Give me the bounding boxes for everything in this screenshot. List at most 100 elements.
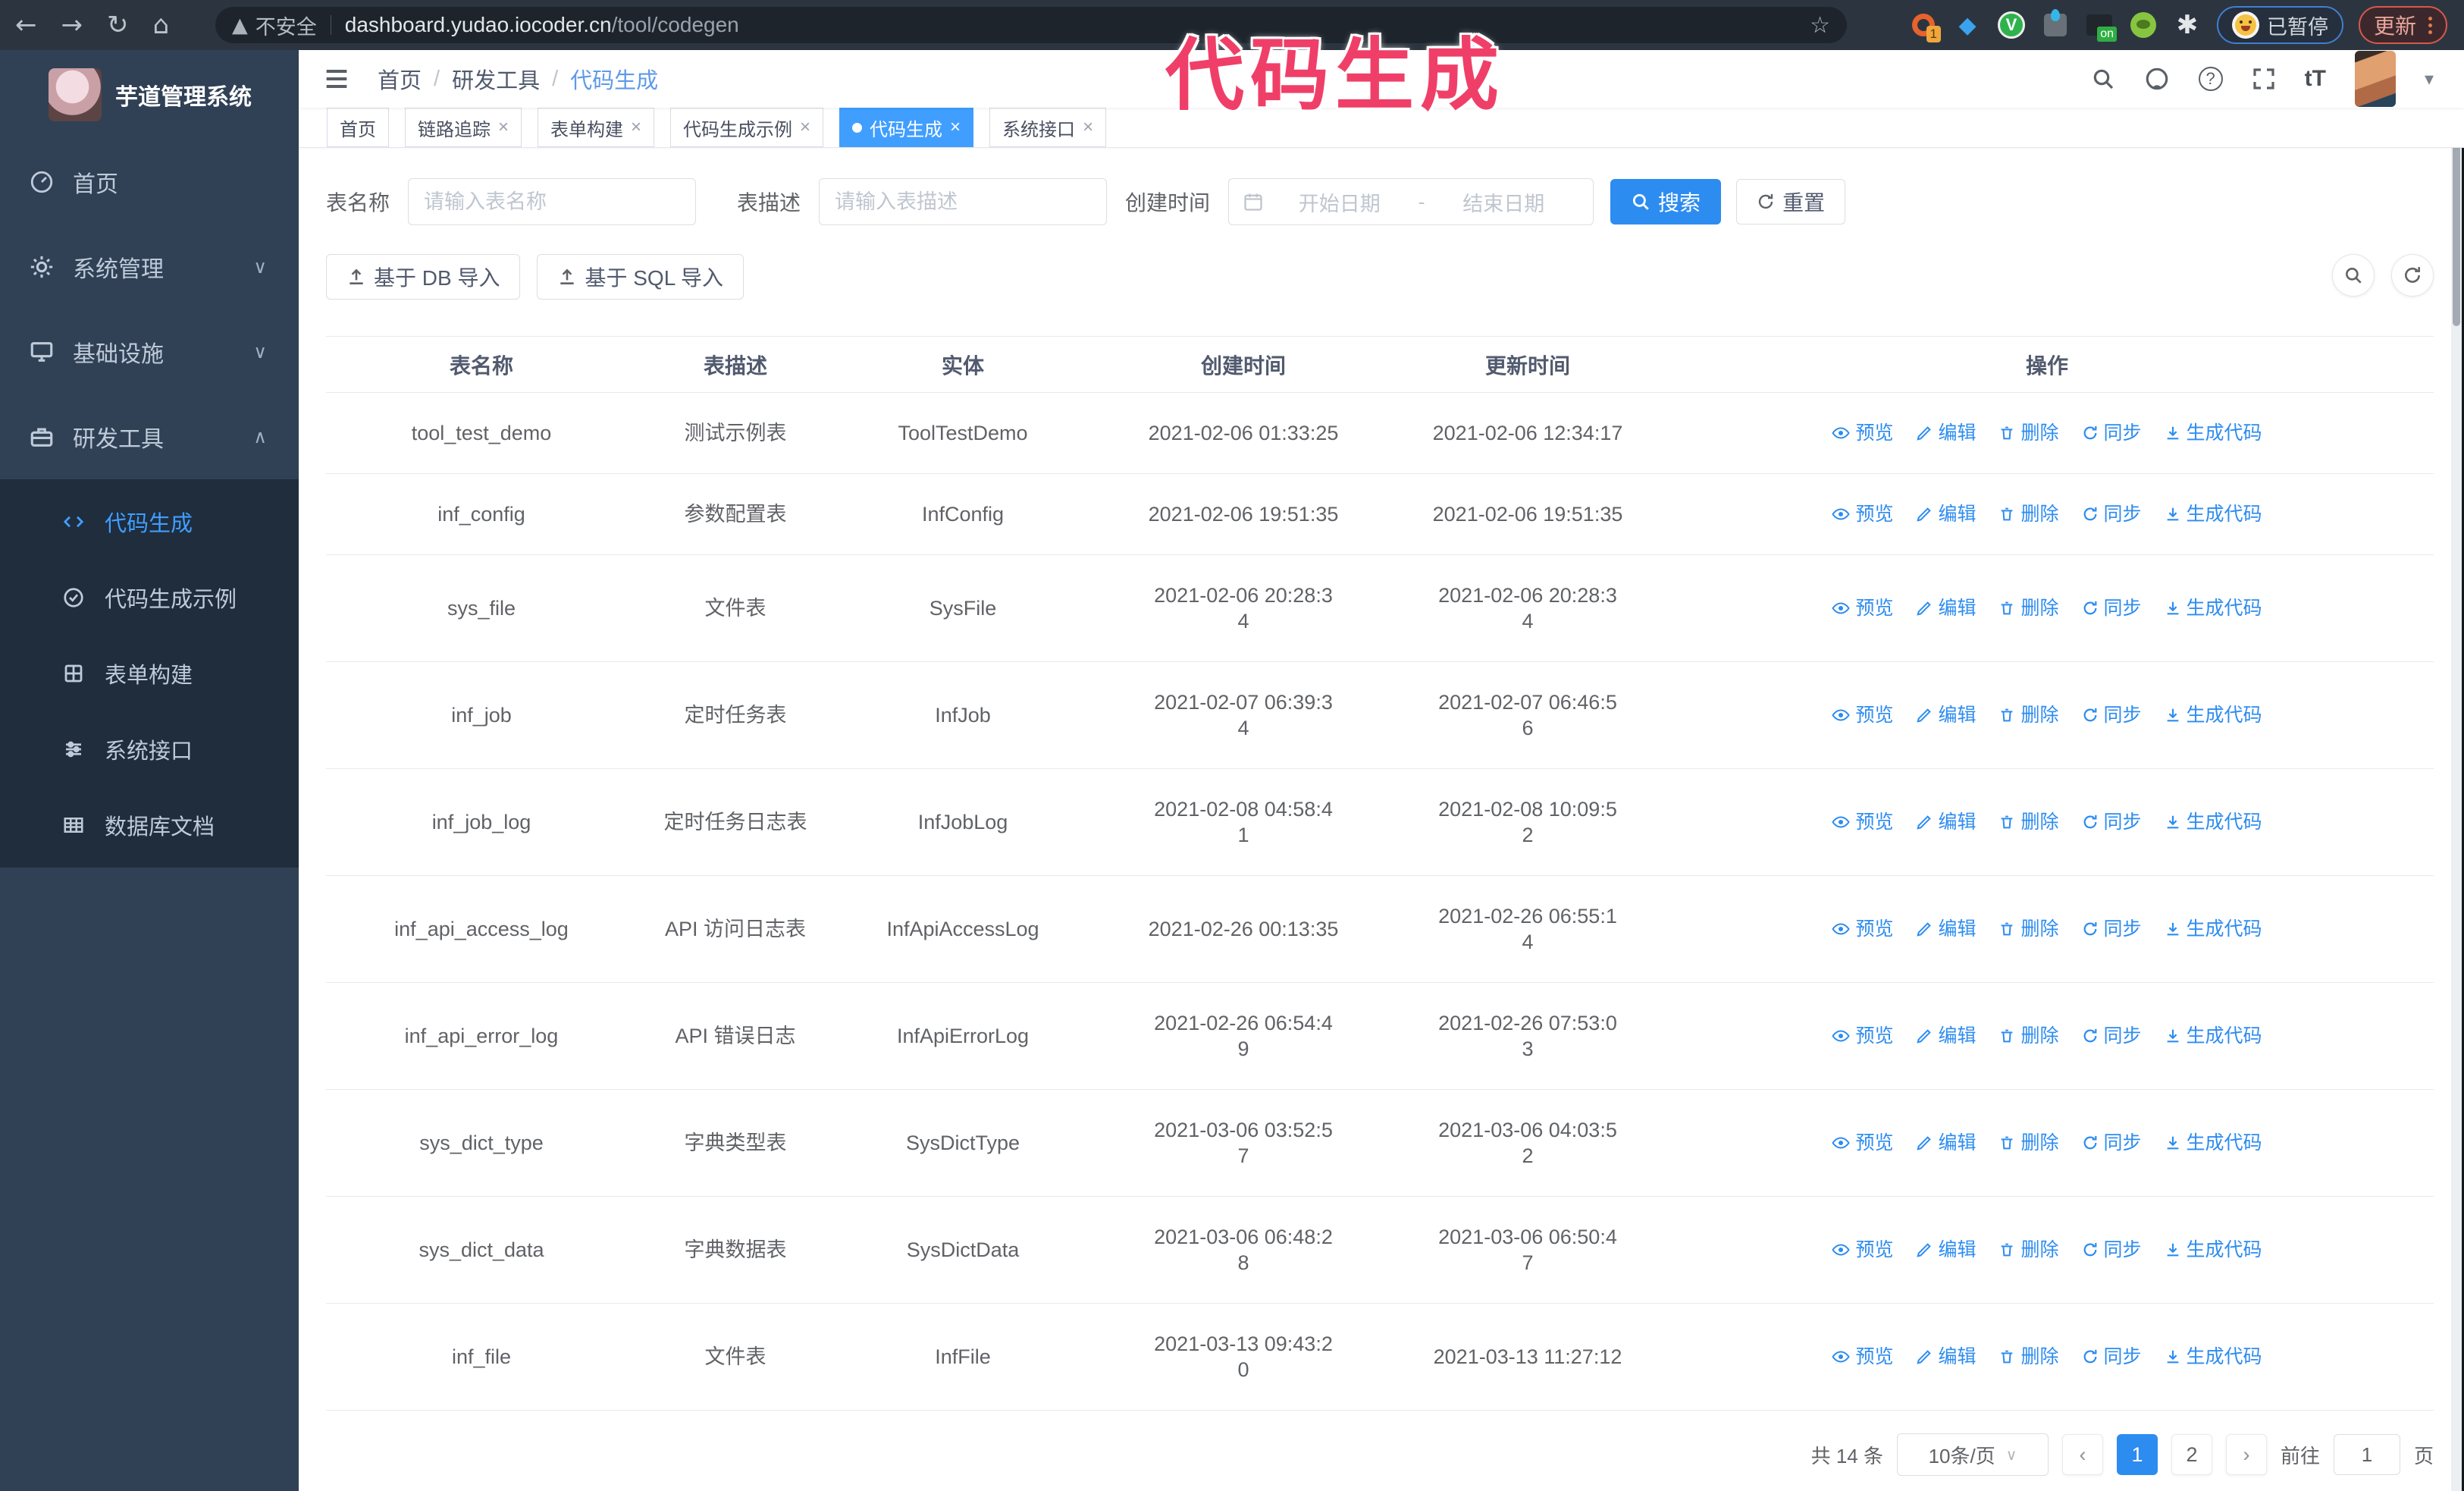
- sidebar-item-db-doc[interactable]: 数据库文档: [0, 787, 299, 863]
- action-edit[interactable]: 编辑: [1916, 1130, 1976, 1156]
- browser-home-button[interactable]: ⌂: [153, 12, 170, 38]
- fullscreen-icon[interactable]: [2252, 67, 2276, 91]
- reset-button[interactable]: 重置: [1736, 179, 1846, 224]
- tab-close-icon[interactable]: ×: [498, 117, 509, 138]
- action-edit[interactable]: 编辑: [1916, 916, 1976, 942]
- page-button-1[interactable]: 1: [2116, 1434, 2158, 1475]
- page-size-select[interactable]: 10条/页 ∨: [1896, 1433, 2049, 1476]
- update-button[interactable]: 更新: [2358, 6, 2447, 44]
- table-name-input[interactable]: [408, 178, 697, 225]
- action-generate-code[interactable]: 生成代码: [2165, 702, 2262, 728]
- search-button[interactable]: 搜索: [1610, 179, 1722, 224]
- action-generate-code[interactable]: 生成代码: [2165, 420, 2262, 446]
- action-generate-code[interactable]: 生成代码: [2165, 916, 2262, 942]
- browser-reload-button[interactable]: ↻: [107, 12, 129, 38]
- action-preview[interactable]: 预览: [1832, 420, 1893, 446]
- tab-item[interactable]: 代码生成示例 ×: [670, 108, 824, 147]
- action-preview[interactable]: 预览: [1832, 1130, 1893, 1156]
- action-delete[interactable]: 删除: [1998, 1023, 2059, 1049]
- action-delete[interactable]: 删除: [1998, 916, 2059, 942]
- action-edit[interactable]: 编辑: [1916, 501, 1976, 527]
- action-edit[interactable]: 编辑: [1916, 1237, 1976, 1263]
- font-size-icon[interactable]: tT: [2305, 66, 2326, 92]
- sidebar-item-devtools[interactable]: 研发工具 ∧: [0, 394, 299, 479]
- action-preview[interactable]: 预览: [1832, 916, 1893, 942]
- avatar-caret-icon[interactable]: ▾: [2425, 68, 2434, 89]
- tab-item[interactable]: 表单构建 ×: [538, 108, 655, 147]
- action-sync[interactable]: 同步: [2082, 1023, 2142, 1049]
- page-button-2[interactable]: 2: [2171, 1434, 2212, 1475]
- app-logo-row[interactable]: 芋道管理系统: [0, 50, 299, 140]
- action-preview[interactable]: 预览: [1832, 501, 1893, 527]
- extensions-puzzle-icon[interactable]: ✱: [2173, 10, 2202, 40]
- table-desc-input[interactable]: [819, 178, 1108, 225]
- action-edit[interactable]: 编辑: [1916, 1344, 1976, 1370]
- hamburger-menu-icon[interactable]: [321, 64, 352, 94]
- extension-drop-icon[interactable]: [2041, 9, 2070, 39]
- tab-item[interactable]: 代码生成 ×: [839, 108, 974, 147]
- browser-back-button[interactable]: ←: [15, 12, 37, 38]
- action-preview[interactable]: 预览: [1832, 1237, 1893, 1263]
- sidebar-item-system-api[interactable]: 系统接口: [0, 711, 299, 787]
- action-sync[interactable]: 同步: [2082, 1130, 2142, 1156]
- extension-monkey-icon[interactable]: [2129, 11, 2158, 39]
- sidebar-item-codegen-example[interactable]: 代码生成示例: [0, 560, 299, 636]
- refresh-table-button[interactable]: [2391, 254, 2434, 297]
- goto-page-input[interactable]: [2333, 1434, 2400, 1475]
- action-sync[interactable]: 同步: [2082, 1344, 2142, 1370]
- sidebar-item-home[interactable]: 首页: [0, 140, 299, 224]
- extension-on-icon[interactable]: on: [2085, 11, 2117, 42]
- next-page-button[interactable]: ›: [2225, 1434, 2267, 1475]
- browser-forward-button[interactable]: →: [61, 12, 83, 38]
- date-range-picker[interactable]: 开始日期 - 结束日期: [1228, 178, 1594, 225]
- action-delete[interactable]: 删除: [1998, 1237, 2059, 1263]
- bookmark-star-icon[interactable]: ☆: [1810, 12, 1830, 39]
- help-icon[interactable]: ?: [2198, 67, 2223, 91]
- page-scrollbar[interactable]: [2451, 50, 2462, 1491]
- tab-item[interactable]: 系统接口 ×: [989, 108, 1107, 147]
- extension-v-icon[interactable]: V: [1997, 11, 2026, 39]
- action-delete[interactable]: 删除: [1998, 1130, 2059, 1156]
- action-delete[interactable]: 删除: [1998, 501, 2059, 527]
- action-delete[interactable]: 删除: [1998, 1344, 2059, 1370]
- import-sql-button[interactable]: 基于 SQL 导入: [537, 254, 745, 300]
- paused-badge[interactable]: 已暂停: [2216, 6, 2343, 44]
- action-delete[interactable]: 删除: [1998, 809, 2059, 835]
- avatar[interactable]: [2354, 51, 2396, 107]
- tab-close-icon[interactable]: ×: [950, 117, 961, 138]
- sidebar-item-codegen[interactable]: 代码生成: [0, 484, 299, 560]
- action-generate-code[interactable]: 生成代码: [2165, 1130, 2262, 1156]
- action-sync[interactable]: 同步: [2082, 916, 2142, 942]
- kebab-menu-icon[interactable]: [2428, 16, 2432, 34]
- action-sync[interactable]: 同步: [2082, 702, 2142, 728]
- start-date-placeholder[interactable]: 开始日期: [1264, 187, 1415, 217]
- end-date-placeholder[interactable]: 结束日期: [1428, 187, 1580, 217]
- action-generate-code[interactable]: 生成代码: [2165, 809, 2262, 835]
- action-edit[interactable]: 编辑: [1916, 809, 1976, 835]
- action-preview[interactable]: 预览: [1832, 1023, 1893, 1049]
- sidebar-item-form-builder[interactable]: 表单构建: [0, 636, 299, 711]
- action-generate-code[interactable]: 生成代码: [2165, 1344, 2262, 1370]
- action-generate-code[interactable]: 生成代码: [2165, 1237, 2262, 1263]
- action-generate-code[interactable]: 生成代码: [2165, 595, 2262, 621]
- action-generate-code[interactable]: 生成代码: [2165, 501, 2262, 527]
- action-delete[interactable]: 删除: [1998, 702, 2059, 728]
- action-sync[interactable]: 同步: [2082, 501, 2142, 527]
- sidebar-item-infra[interactable]: 基础设施 ∨: [0, 309, 299, 394]
- extension-updater-icon[interactable]: 1: [1909, 11, 1941, 42]
- action-delete[interactable]: 删除: [1998, 420, 2059, 446]
- tab-close-icon[interactable]: ×: [631, 117, 641, 138]
- action-edit[interactable]: 编辑: [1916, 702, 1976, 728]
- import-db-button[interactable]: 基于 DB 导入: [326, 254, 521, 300]
- action-sync[interactable]: 同步: [2082, 809, 2142, 835]
- action-edit[interactable]: 编辑: [1916, 1023, 1976, 1049]
- sidebar-item-system[interactable]: 系统管理 ∨: [0, 224, 299, 309]
- action-sync[interactable]: 同步: [2082, 595, 2142, 621]
- action-delete[interactable]: 删除: [1998, 595, 2059, 621]
- action-preview[interactable]: 预览: [1832, 809, 1893, 835]
- github-icon[interactable]: [2144, 66, 2170, 92]
- extension-gem-icon[interactable]: ◆: [1953, 11, 1982, 39]
- tab-item[interactable]: 首页: [327, 108, 389, 147]
- tab-item[interactable]: 链路追踪 ×: [405, 108, 522, 147]
- prev-page-button[interactable]: ‹: [2061, 1434, 2103, 1475]
